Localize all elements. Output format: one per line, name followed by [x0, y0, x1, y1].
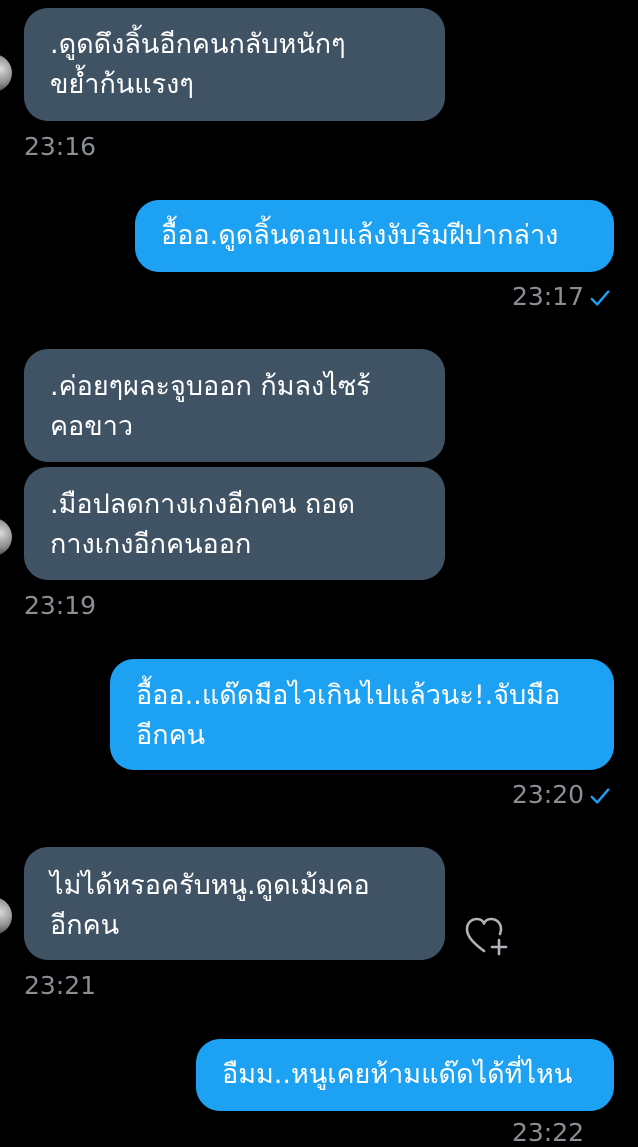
message-text-line: คอขาว [50, 411, 134, 442]
message-text-line: .มือปลดกางเกงอีกคน ถอด [50, 489, 356, 520]
message-timestamp: 23:20 [512, 780, 585, 809]
avatar[interactable] [0, 518, 12, 556]
message-text-line: ไม่ได้หรอครับหนู.ดูดเม้มคอ [50, 870, 370, 901]
incoming-message-bubble[interactable]: .ดูดดึงลิ้นอีกคนกลับหนักๆ ขย้ำก้นแรงๆ [24, 8, 445, 121]
outgoing-message-bubble[interactable]: อืมม..หนูเคยห้ามแด๊ดได้ที่ไหน [196, 1039, 614, 1111]
message-text-line: อื้ออ..แด๊ดมือไวเกินไปแล้วนะ!.จับมือ [136, 680, 561, 711]
message-text-line: อื้ออ.ดูดลิ้นตอบแล้งงับริมฝีปากล่าง [161, 220, 559, 251]
avatar[interactable] [0, 897, 12, 935]
message-timestamp: 23:21 [24, 971, 97, 1000]
incoming-message-bubble[interactable]: .มือปลดกางเกงอีกคน ถอด กางเกงอีกคนออก [24, 467, 445, 580]
message-timestamp: 23:17 [512, 282, 585, 311]
message-text-line: อีกคน [50, 910, 120, 941]
message-timestamp: 23:16 [24, 132, 97, 161]
message-timestamp: 23:22 [512, 1118, 585, 1147]
message-text-line: ขย้ำก้นแรงๆ [50, 69, 194, 100]
check-icon [590, 788, 610, 804]
message-timestamp: 23:19 [24, 591, 97, 620]
outgoing-message-bubble[interactable]: อื้ออ..แด๊ดมือไวเกินไปแล้วนะ!.จับมือ อีก… [110, 659, 614, 770]
message-text-line: กางเกงอีกคนออก [50, 529, 252, 560]
outgoing-message-bubble[interactable]: อื้ออ.ดูดลิ้นตอบแล้งงับริมฝีปากล่าง [135, 200, 614, 272]
message-text-line: อืมม..หนูเคยห้ามแด๊ดได้ที่ไหน [222, 1059, 573, 1090]
message-text-line: อีกคน [136, 720, 206, 751]
incoming-message-bubble[interactable]: ไม่ได้หรอครับหนู.ดูดเม้มคอ อีกคน [24, 847, 445, 960]
avatar[interactable] [0, 54, 12, 92]
check-icon [590, 290, 610, 306]
incoming-message-bubble[interactable]: .ค่อยๆผละจูบออก ก้มลงไซร้ คอขาว [24, 349, 445, 462]
message-text-line: .ค่อยๆผละจูบออก ก้มลงไซร้ [50, 371, 371, 402]
heart-plus-icon[interactable] [464, 915, 510, 957]
message-text-line: .ดูดดึงลิ้นอีกคนกลับหนักๆ [50, 29, 346, 60]
